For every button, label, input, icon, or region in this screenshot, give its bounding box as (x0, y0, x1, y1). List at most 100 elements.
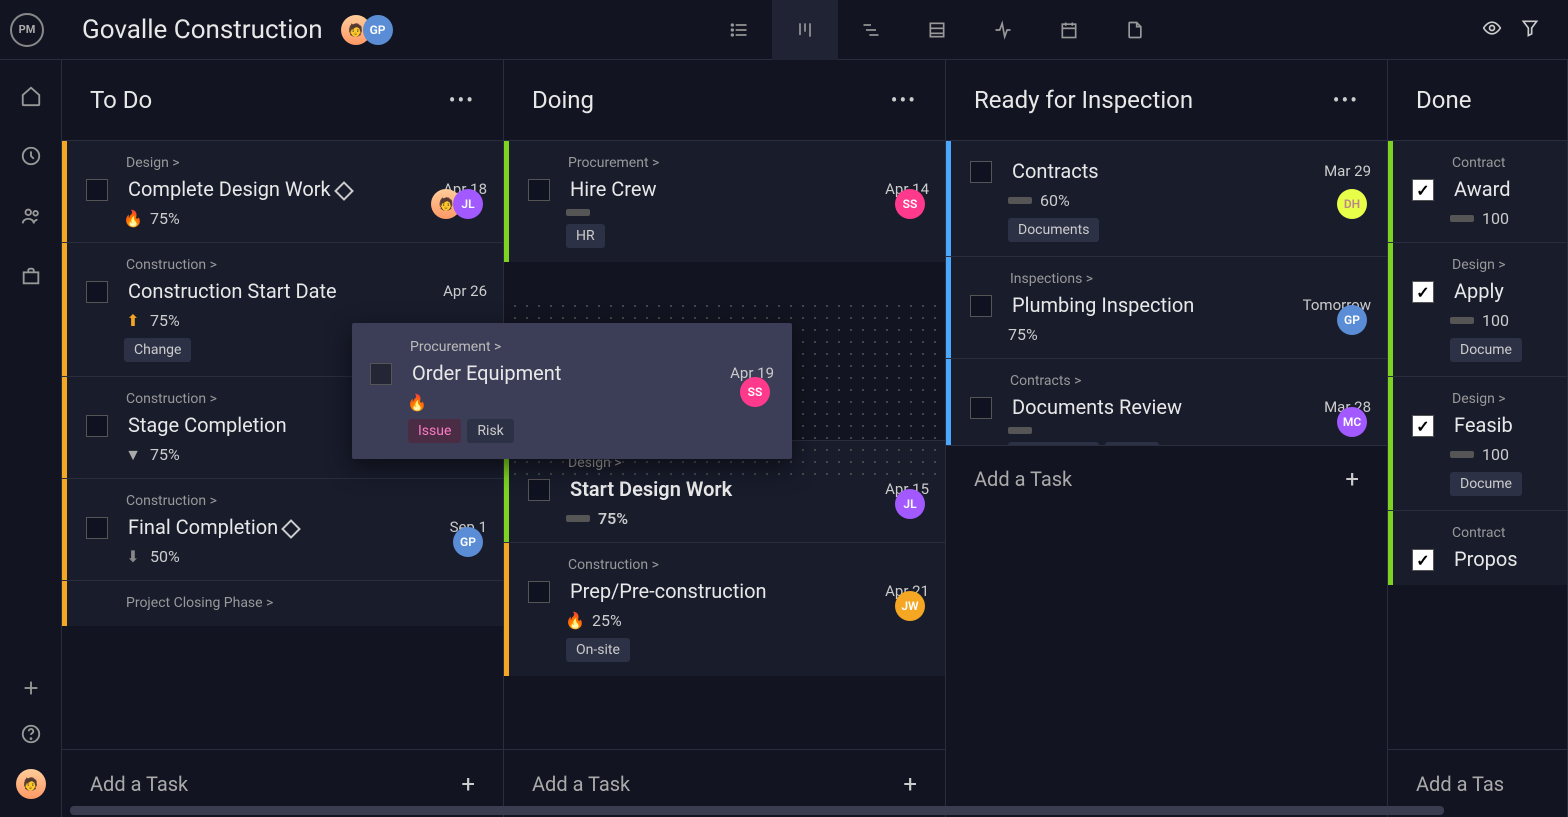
avatar[interactable]: GP (1337, 305, 1367, 335)
checkbox[interactable] (528, 479, 550, 501)
activity-view-icon[interactable] (970, 0, 1036, 60)
card-title: Contracts (1012, 159, 1314, 183)
left-sidebar: 🧑 (0, 60, 62, 817)
sheet-view-icon[interactable] (904, 0, 970, 60)
card-category: Construction > (126, 257, 487, 273)
column-title: Doing (532, 86, 594, 114)
user-avatar[interactable]: 🧑 (16, 769, 46, 799)
task-card[interactable]: Project Closing Phase > (62, 580, 503, 626)
task-card[interactable]: Design > Apply 100 Docume (1388, 242, 1567, 376)
card-category: Design > (1452, 391, 1551, 407)
checkbox[interactable] (970, 397, 992, 419)
card-category: Contract (1452, 155, 1551, 171)
checkbox[interactable] (86, 179, 108, 201)
avatar[interactable]: JW (895, 591, 925, 621)
time-icon[interactable] (20, 145, 42, 167)
project-avatars[interactable]: 🧑 GP (341, 15, 393, 45)
task-card[interactable]: Contracts Mar 29 60% Documents DH (946, 140, 1387, 256)
card-percent: 50% (150, 547, 180, 566)
board-view-icon[interactable] (772, 0, 838, 60)
card-title: Propos (1454, 547, 1551, 571)
card-category: Inspections > (1010, 271, 1371, 287)
tag[interactable]: Documents (1008, 218, 1099, 242)
gantt-view-icon[interactable] (838, 0, 904, 60)
arrow-up-icon: ⬆ (124, 312, 142, 330)
tag[interactable]: Legal (1105, 442, 1159, 445)
checkbox[interactable] (970, 161, 992, 183)
topbar: PM Govalle Construction 🧑 GP (0, 0, 1568, 60)
avatar[interactable]: MC (1337, 407, 1367, 437)
tag[interactable]: On-site (566, 638, 630, 662)
horizontal-scrollbar[interactable] (70, 806, 1564, 815)
tag[interactable]: HR (566, 224, 605, 248)
tag[interactable]: Docume (1450, 472, 1522, 496)
card-avatars[interactable]: 🧑 JL (431, 189, 483, 219)
progress-bar (1008, 427, 1032, 434)
avatar[interactable]: JL (895, 489, 925, 519)
column-menu-icon[interactable]: ••• (449, 88, 475, 112)
topbar-right (1482, 18, 1540, 42)
tag[interactable]: Change (124, 338, 191, 362)
card-category: Contract (1452, 525, 1551, 541)
checkbox[interactable] (86, 281, 108, 303)
project-title: Govalle Construction (82, 15, 323, 45)
app-logo[interactable]: PM (10, 13, 44, 47)
portfolio-icon[interactable] (20, 265, 42, 287)
task-card[interactable]: Construction > Final Completion Sep 1 ⬇ … (62, 478, 503, 580)
card-category: Design > (1452, 257, 1551, 273)
avatar[interactable]: SS (740, 377, 770, 407)
task-card[interactable]: Contracts > Documents Review Mar 28 Docu… (946, 358, 1387, 445)
view-tabs (706, 0, 1168, 60)
card-category: Procurement > (568, 155, 929, 171)
checkbox[interactable] (970, 295, 992, 317)
checkbox[interactable] (528, 179, 550, 201)
add-task-button[interactable]: Add a Task+ (946, 445, 1387, 513)
card-title: Order Equipment (412, 361, 720, 385)
team-icon[interactable] (20, 205, 42, 227)
help-icon[interactable] (20, 723, 42, 745)
progress-bar (1450, 317, 1474, 324)
card-percent: 75% (150, 209, 180, 228)
checkbox[interactable] (1412, 281, 1434, 303)
column-menu-icon[interactable]: ••• (891, 88, 917, 112)
task-card[interactable]: Inspections > Plumbing Inspection Tomorr… (946, 256, 1387, 358)
dragging-task-card[interactable]: Procurement > Order Equipment Apr 19 🔥 I… (352, 323, 792, 459)
checkbox[interactable] (86, 415, 108, 437)
home-icon[interactable] (20, 85, 42, 107)
card-category: Construction > (568, 557, 929, 573)
avatar[interactable]: GP (363, 15, 393, 45)
list-view-icon[interactable] (706, 0, 772, 60)
files-view-icon[interactable] (1102, 0, 1168, 60)
checkbox[interactable] (1412, 415, 1434, 437)
checkbox[interactable] (528, 581, 550, 603)
card-category: Procurement > (410, 339, 774, 355)
card-title: Feasib (1454, 413, 1551, 437)
tag[interactable]: Documents (1008, 442, 1099, 445)
card-title: Hire Crew (570, 177, 875, 201)
avatar[interactable]: DH (1337, 189, 1367, 219)
checkbox[interactable] (1412, 179, 1434, 201)
card-percent: 60% (1040, 191, 1070, 210)
tag[interactable]: Docume (1450, 338, 1522, 362)
checkbox[interactable] (370, 363, 392, 385)
task-card[interactable]: Design > Complete Design Work Apr 18 🔥 7… (62, 140, 503, 242)
task-card[interactable]: Contract Award 100 (1388, 140, 1567, 242)
eye-icon[interactable] (1482, 18, 1502, 42)
tag[interactable]: Issue (408, 419, 461, 443)
plus-icon: + (461, 770, 475, 798)
filter-icon[interactable] (1520, 18, 1540, 42)
avatar[interactable]: SS (895, 189, 925, 219)
task-card[interactable]: Design > Feasib 100 Docume (1388, 376, 1567, 510)
checkbox[interactable] (1412, 549, 1434, 571)
add-icon[interactable] (20, 677, 42, 699)
kanban-board: To Do ••• Design > Complete Design Work … (62, 60, 1568, 817)
checkbox[interactable] (86, 517, 108, 539)
calendar-view-icon[interactable] (1036, 0, 1102, 60)
column-menu-icon[interactable]: ••• (1333, 88, 1359, 112)
avatar[interactable]: GP (453, 527, 483, 557)
task-card[interactable]: Contract Propos (1388, 510, 1567, 585)
task-card[interactable]: Procurement > Hire Crew Apr 14 HR SS (504, 140, 945, 262)
progress-bar (566, 515, 590, 522)
task-card[interactable]: Construction > Prep/Pre-construction Apr… (504, 542, 945, 676)
tag[interactable]: Risk (467, 419, 513, 443)
